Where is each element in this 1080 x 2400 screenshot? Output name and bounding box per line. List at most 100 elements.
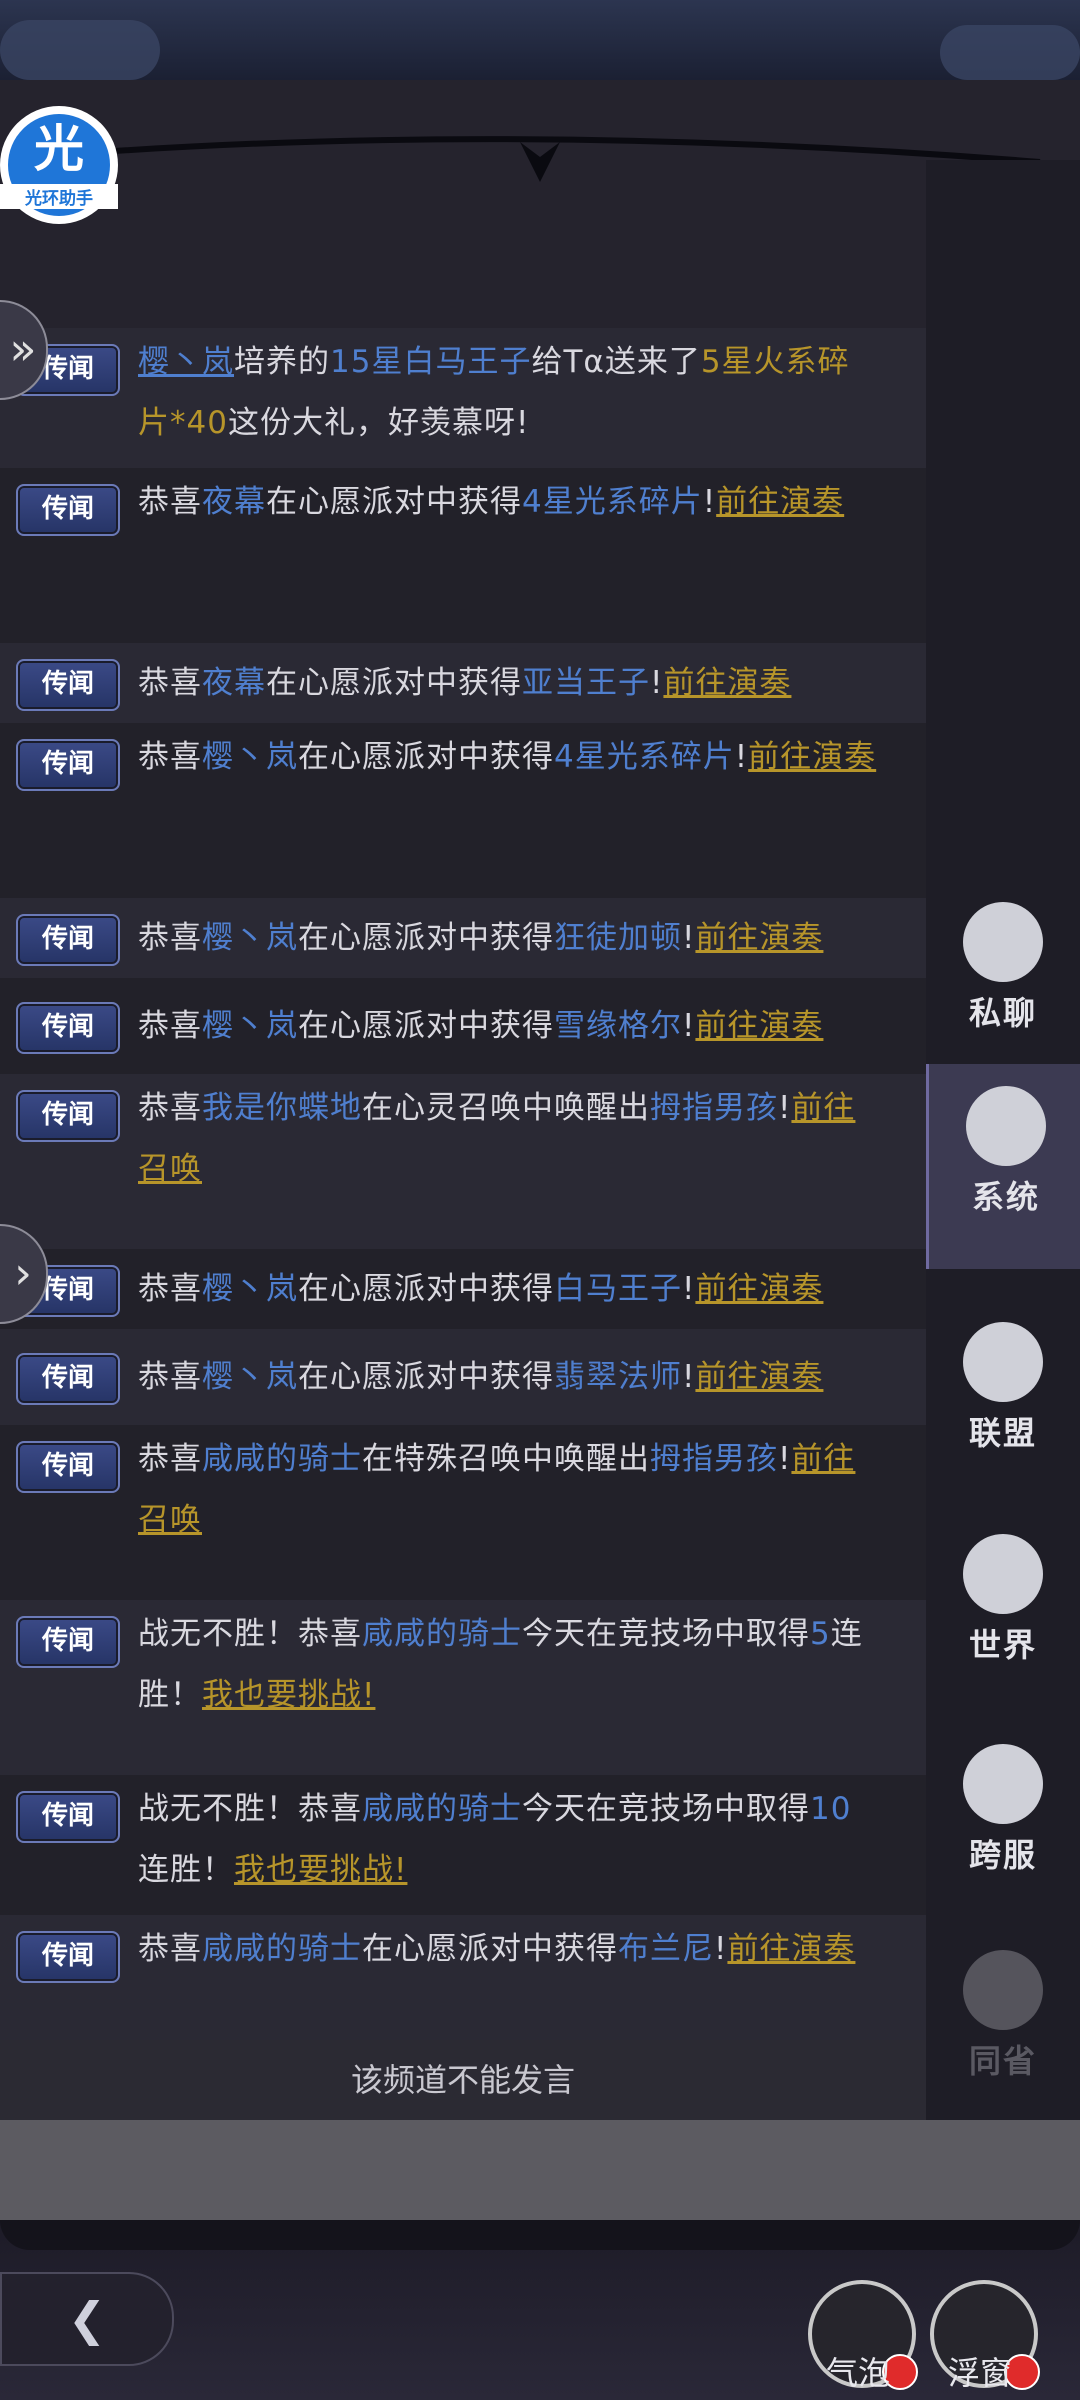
cannot-speak-notice: 该频道不能发言 [0, 2040, 926, 2120]
message-link[interactable]: 樱丶岚 [138, 344, 234, 380]
message-segment: 在心愿派对中获得 [298, 739, 554, 775]
highlight-text: 咸咸的骑士 [202, 1441, 362, 1477]
message-segment: ! [734, 739, 749, 775]
message-segment: 恭喜 [138, 1441, 202, 1477]
highlight-text: 10 [810, 1791, 852, 1827]
highlight-text: 雪缘格尔 [554, 1008, 682, 1044]
message-row: 传闻 恭喜咸咸的骑士在特殊召唤中唤醒出拇指男孩!前往召唤 [0, 1425, 926, 1600]
message-row: 传闻 恭喜樱丶岚在心愿派对中获得雪缘格尔!前往演奏 [0, 978, 926, 1074]
message-segment: 恭喜 [138, 1090, 202, 1126]
highlight-text: 樱丶岚 [202, 1271, 298, 1307]
message-link[interactable]: 前往演奏 [695, 1271, 823, 1307]
highlight-text: 15星白马王子 [330, 344, 532, 380]
message-segment: 在心愿派对中获得 [298, 920, 554, 956]
highlight-text: 4星光系碎片 [522, 484, 703, 520]
message-segment: ! [682, 920, 696, 956]
message-text: 战无不胜！恭喜咸咸的骑士今天在竞技场中取得5连胜！我也要挑战! [138, 1604, 878, 1726]
message-row: 传闻 战无不胜！恭喜咸咸的骑士今天在竞技场中取得5连胜！我也要挑战! [0, 1600, 926, 1775]
message-row: 传闻 樱丶岚培养的15星白马王子给Tα送来了5星火系碎片*40这份大礼，好羡慕呀! [0, 328, 926, 468]
message-segment: 在心愿派对中获得 [298, 1008, 554, 1044]
message-link[interactable]: 我也要挑战! [234, 1852, 407, 1888]
highlight-text: 咸咸的骑士 [202, 1931, 362, 1967]
message-segment: 给Tα送来了 [531, 344, 701, 380]
highlight-text: 布兰尼 [618, 1931, 714, 1967]
tab-label: 同省 [968, 2042, 1037, 2080]
rumor-tag: 传闻 [16, 1931, 120, 1983]
highlight-text: 咸咸的骑士 [362, 1791, 522, 1827]
message-row: 传闻 恭喜夜幕在心愿派对中获得4星光系碎片!前往演奏 [0, 468, 926, 643]
message-text: 恭喜樱丶岚在心愿派对中获得翡翠法师!前往演奏 [138, 1347, 878, 1408]
message-segment: 恭喜 [138, 1008, 202, 1044]
message-row: 传闻 恭喜樱丶岚在心愿派对中获得狂徒加顿!前往演奏 [0, 898, 926, 978]
tab-ghost-chat[interactable]: 私聊 [926, 880, 1080, 1060]
message-row: 传闻 恭喜咸咸的骑士在心愿派对中获得布兰尼!前往演奏 [0, 1915, 926, 2040]
tab-compass[interactable]: 世界 [926, 1512, 1080, 1692]
assistant-logo-text: 光 [34, 120, 84, 178]
tab-megaphone[interactable]: 系统 [926, 1064, 1080, 1269]
message-segment: 恭喜 [138, 739, 202, 775]
message-text: 恭喜咸咸的骑士在心愿派对中获得布兰尼!前往演奏 [138, 1919, 878, 1980]
banner-icon [963, 1322, 1043, 1402]
message-segment: 恭喜 [138, 665, 202, 701]
tab-banner[interactable]: 联盟 [926, 1300, 1080, 1480]
message-row: 传闻 恭喜夜幕在心愿派对中获得亚当王子!前往演奏 [0, 643, 926, 723]
message-segment: ! [714, 1931, 728, 1967]
message-segment: 战无不胜！恭喜 [138, 1616, 362, 1652]
message-text: 樱丶岚培养的15星白马王子给Tα送来了5星火系碎片*40这份大礼，好羡慕呀! [138, 332, 878, 454]
rumor-tag: 传闻 [16, 1090, 120, 1142]
message-segment: ! [682, 1359, 696, 1395]
megaphone-icon [966, 1086, 1046, 1166]
message-text: 恭喜咸咸的骑士在特殊召唤中唤醒出拇指男孩!前往召唤 [138, 1429, 878, 1551]
message-segment: 在特殊召唤中唤醒出 [362, 1441, 650, 1477]
highlight-text: 5 [810, 1616, 831, 1652]
tab-label: 世界 [968, 1626, 1037, 1664]
rumor-tag: 传闻 [16, 484, 120, 536]
float-window-label: 浮窗 [947, 2354, 1012, 2392]
highlight-text: 翡翠法师 [554, 1359, 682, 1395]
ornament-divider [99, 136, 1041, 182]
ghost-chat-icon [963, 902, 1043, 982]
message-link[interactable]: 前往演奏 [695, 1008, 823, 1044]
highlight-text: 4星光系碎片 [554, 739, 735, 775]
message-link[interactable]: 前往演奏 [695, 920, 823, 956]
highlight-text: 狂徒加顿 [554, 920, 682, 956]
message-link[interactable]: 前往演奏 [663, 665, 791, 701]
message-text: 恭喜樱丶岚在心愿派对中获得4星光系碎片!前往演奏 [138, 727, 878, 788]
assistant-floating-button[interactable]: 光 光环助手 [0, 106, 118, 224]
message-link[interactable]: 我也要挑战! [202, 1677, 375, 1713]
message-segment: ! [650, 665, 664, 701]
message-link[interactable]: 前往演奏 [716, 484, 844, 520]
rumor-tag: 传闻 [16, 659, 120, 711]
message-row: 传闻 恭喜樱丶岚在心愿派对中获得翡翠法师!前往演奏 [0, 1329, 926, 1425]
message-segment: 在心愿派对中获得 [266, 484, 522, 520]
back-button[interactable]: ❮ [0, 2272, 174, 2366]
rumor-tag: 传闻 [16, 1441, 120, 1493]
highlight-text: 夜幕 [202, 484, 266, 520]
message-segment: ! [778, 1441, 792, 1477]
message-list[interactable]: 传闻 樱丶岚培养的15星白马王子给Tα送来了5星火系碎片*40这份大礼，好羡慕呀!… [0, 328, 926, 2040]
tab-planet[interactable]: 跨服 [926, 1722, 1080, 1902]
message-segment: 今天在竞技场中取得 [522, 1616, 810, 1652]
message-segment: 这份大礼，好羡慕呀! [227, 405, 530, 441]
back-arrow-icon: ❮ [67, 2292, 107, 2346]
tab-location-pin[interactable]: 同省 [926, 1928, 1080, 2108]
highlight-text: 樱丶岚 [202, 739, 298, 775]
planet-icon [963, 1744, 1043, 1824]
message-segment: ! [702, 484, 717, 520]
message-link[interactable]: 前往演奏 [748, 739, 876, 775]
highlight-text: 樱丶岚 [202, 1359, 298, 1395]
highlight-text: 樱丶岚 [202, 920, 298, 956]
message-row: 传闻 恭喜樱丶岚在心愿派对中获得白马王子!前往演奏 [0, 1249, 926, 1329]
message-segment: 连胜！ [138, 1852, 234, 1888]
rumor-tag: 传闻 [16, 1791, 120, 1843]
message-segment: 恭喜 [138, 1931, 202, 1967]
message-link[interactable]: 前往演奏 [695, 1359, 823, 1395]
message-link[interactable]: 前往演奏 [727, 1931, 855, 1967]
message-segment: 恭喜 [138, 1271, 202, 1307]
location-pin-icon [963, 1950, 1043, 2030]
bottom-frame-edge [0, 2220, 1080, 2250]
message-segment: 在心灵召唤中唤醒出 [362, 1090, 650, 1126]
message-segment: 培养的 [234, 344, 330, 380]
highlight-text: 亚当王子 [522, 665, 650, 701]
tab-label: 跨服 [968, 1836, 1037, 1874]
